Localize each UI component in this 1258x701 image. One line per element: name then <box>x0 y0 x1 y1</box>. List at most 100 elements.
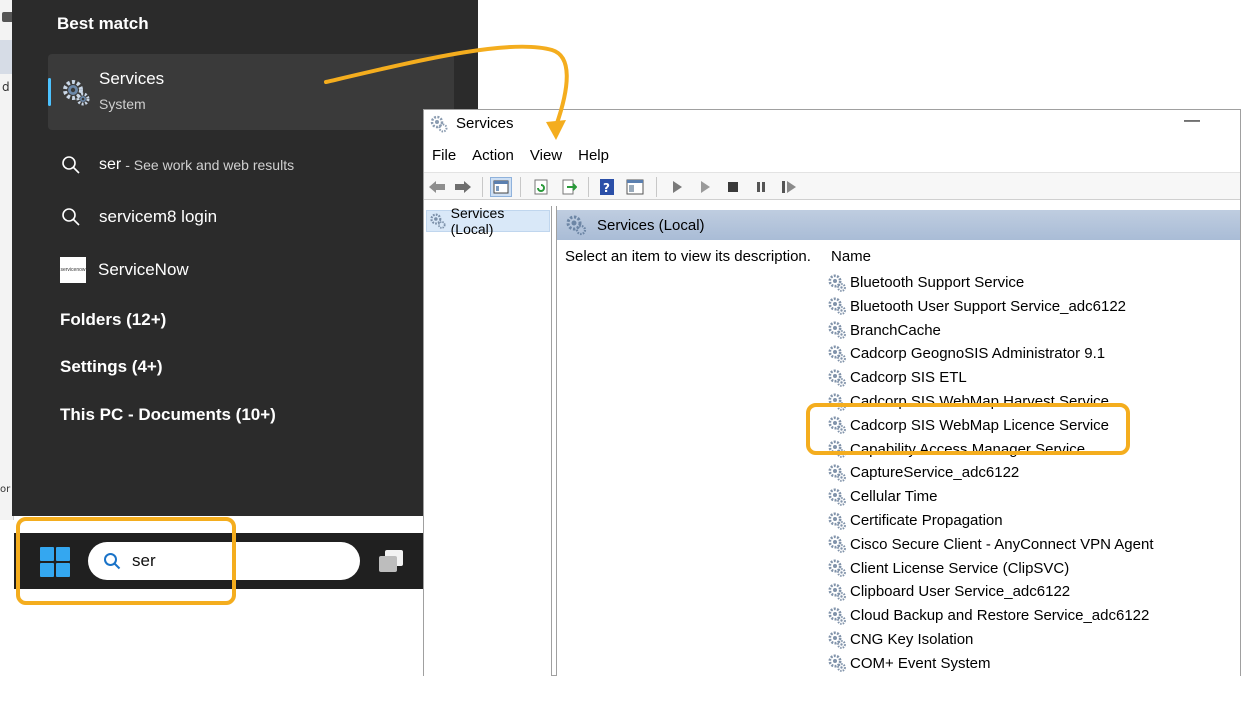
best-match-services[interactable]: Services System <box>48 54 454 130</box>
services-window: Services — File Action View Help ? Servi… <box>423 109 1241 676</box>
taskbar-search-input[interactable] <box>132 548 332 574</box>
properties-button[interactable] <box>624 177 646 197</box>
pause-service-button[interactable] <box>750 177 772 197</box>
search-icon <box>104 553 121 570</box>
service-name: Cellular Time <box>850 488 938 506</box>
service-gear-icon <box>828 607 846 625</box>
service-row[interactable]: COM+ Event System <box>827 652 990 674</box>
result-label: ServiceNow <box>98 260 189 279</box>
menu-help[interactable]: Help <box>570 144 617 170</box>
properties-icon <box>626 179 644 195</box>
service-row[interactable]: Cadcorp SIS WebMap Harvest Service <box>827 390 1109 413</box>
service-row[interactable]: Clipboard User Service_adc6122 <box>827 580 1070 603</box>
best-match-type: System <box>99 96 146 112</box>
service-name: Certificate Propagation <box>850 512 1003 529</box>
back-button[interactable] <box>426 177 448 197</box>
best-match-name: Services <box>99 69 165 88</box>
svg-text:?: ? <box>603 181 610 195</box>
task-view-icon[interactable] <box>376 548 406 574</box>
service-gear-icon <box>828 512 846 530</box>
toolbar: ? <box>424 172 1240 200</box>
tree-item-services-local[interactable]: Services (Local) <box>426 205 550 237</box>
console-tree-icon <box>493 180 509 194</box>
services-main-pane: Services (Local) Select an item to view … <box>556 206 1240 676</box>
menu-view[interactable]: View <box>522 144 570 170</box>
toolbar-separator <box>588 177 589 197</box>
service-row[interactable]: CaptureService_adc6122 <box>827 461 1019 484</box>
menu-file[interactable]: File <box>424 144 464 170</box>
show-hide-console-tree-button[interactable] <box>490 177 512 197</box>
column-header-name[interactable]: Name <box>831 248 871 265</box>
start-menu-search-panel: Best match Services System ser - See wor… <box>12 0 478 516</box>
service-gear-icon <box>828 440 846 458</box>
group-folders[interactable]: Folders (12+) <box>60 310 166 330</box>
service-row[interactable]: Client License Service (ClipSVC) <box>827 557 1069 580</box>
taskbar <box>14 533 424 589</box>
service-gear-icon <box>828 535 846 554</box>
service-gear-icon <box>828 654 846 673</box>
taskbar-search-box[interactable] <box>88 542 360 580</box>
minimize-button[interactable]: — <box>1182 112 1202 130</box>
service-gear-icon <box>828 583 846 601</box>
service-row[interactable]: Cadcorp SIS WebMap Licence Service <box>827 414 1109 437</box>
service-name: Client License Service (ClipSVC) <box>850 559 1070 577</box>
group-settings[interactable]: Settings (4+) <box>60 357 163 377</box>
service-name: BranchCache <box>850 321 941 339</box>
service-gear-icon <box>828 464 846 482</box>
best-match-heading: Best match <box>57 14 149 33</box>
result-web-search[interactable]: ser - See work and web results <box>60 151 294 179</box>
service-gear-icon <box>828 345 846 363</box>
windows-logo-tile <box>40 563 54 577</box>
gears-icon <box>63 80 90 106</box>
search-gear-icon <box>566 215 587 236</box>
toolbar-separator <box>520 177 521 197</box>
result-servicem8-login[interactable]: servicem8 login <box>60 203 217 231</box>
refresh-button[interactable] <box>530 177 552 197</box>
service-row[interactable]: BranchCache <box>827 319 941 342</box>
pane-header: Services (Local) <box>557 210 1240 240</box>
service-row[interactable]: CNG Key Isolation <box>827 628 973 651</box>
menu-bar: File Action View Help <box>424 144 1240 170</box>
service-row[interactable]: Cadcorp GeognoSIS Administrator 9.1 <box>827 342 1105 365</box>
windows-start-button[interactable] <box>40 547 70 577</box>
service-name: Cadcorp SIS ETL <box>850 369 967 387</box>
selection-accent <box>48 78 51 106</box>
back-arrow-icon <box>429 181 445 193</box>
service-row[interactable]: Certificate Propagation <box>827 509 1003 532</box>
stop-icon <box>728 182 738 192</box>
toolbar-separator <box>656 177 657 197</box>
forward-button[interactable] <box>452 177 474 197</box>
service-gear-icon <box>828 631 846 649</box>
service-row[interactable]: Capability Access Manager Service <box>827 438 1085 461</box>
service-row[interactable]: Bluetooth User Support Service_adc6122 <box>827 295 1126 318</box>
pane-header-title: Services (Local) <box>597 216 705 234</box>
service-gear-icon <box>828 321 846 339</box>
pause-icon <box>757 182 765 192</box>
service-row[interactable]: Cisco Secure Client - AnyConnect VPN Age… <box>827 533 1154 556</box>
group-documents[interactable]: This PC - Documents (10+) <box>60 405 276 425</box>
result-label: servicem8 login <box>99 207 218 226</box>
start-service-button[interactable] <box>666 177 688 197</box>
service-row[interactable]: Cloud Backup and Restore Service_adc6122 <box>827 604 1149 627</box>
service-gear-icon <box>828 393 846 411</box>
restart-service-button[interactable] <box>778 177 800 197</box>
menu-action[interactable]: Action <box>464 144 522 170</box>
help-icon: ? <box>600 179 614 195</box>
title-bar: Services — <box>424 110 1240 140</box>
service-row[interactable]: Cadcorp SIS ETL <box>827 366 967 389</box>
service-name: CaptureService_adc6122 <box>850 464 1020 482</box>
start-service-alt-button[interactable] <box>694 177 716 197</box>
servicenow-logo: servicenow <box>60 257 86 283</box>
result-query: ser <box>99 156 122 173</box>
help-button[interactable]: ? <box>596 177 618 197</box>
stop-service-button[interactable] <box>722 177 744 197</box>
background-text: d <box>2 80 10 94</box>
result-servicenow[interactable]: servicenow ServiceNow <box>60 256 189 284</box>
export-list-button[interactable] <box>558 177 580 197</box>
service-row[interactable]: Cellular Time <box>827 485 938 508</box>
service-gear-icon <box>828 274 846 292</box>
service-name: COM+ Event System <box>850 654 991 672</box>
services-list: Bluetooth Support Service Bluetooth User … <box>827 270 1237 674</box>
service-row[interactable]: Bluetooth Support Service <box>827 271 1024 294</box>
service-name: CNG Key Isolation <box>850 631 974 648</box>
